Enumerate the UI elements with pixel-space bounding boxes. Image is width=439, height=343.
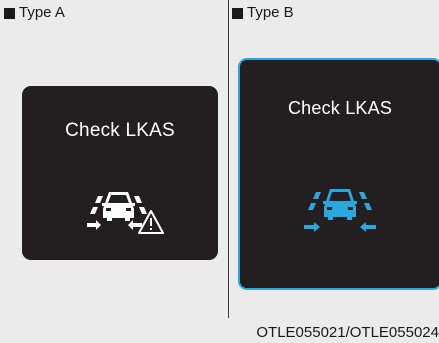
cluster-display-type-b: Check LKAS xyxy=(240,60,439,288)
cluster-display-type-a: Check LKAS xyxy=(22,86,218,260)
type-a-header: Type A xyxy=(4,4,65,22)
figure-caption: OTLE055021/OTLE055024 xyxy=(256,324,439,341)
check-lkas-message: Check LKAS xyxy=(287,98,393,118)
panel-type-a: Type A Check LKAS xyxy=(0,0,228,343)
panel-type-b: Type B Check LKAS xyxy=(229,0,439,343)
check-lkas-message: Check LKAS xyxy=(65,120,175,141)
square-bullet-icon xyxy=(4,7,15,19)
square-bullet-icon xyxy=(232,7,243,19)
type-b-header: Type B xyxy=(232,4,294,22)
lkas-car-lanes-warning-icon xyxy=(87,192,164,234)
lkas-car-lanes-icon xyxy=(304,189,376,232)
type-b-label: Type B xyxy=(247,4,294,21)
type-a-label: Type A xyxy=(19,4,65,21)
